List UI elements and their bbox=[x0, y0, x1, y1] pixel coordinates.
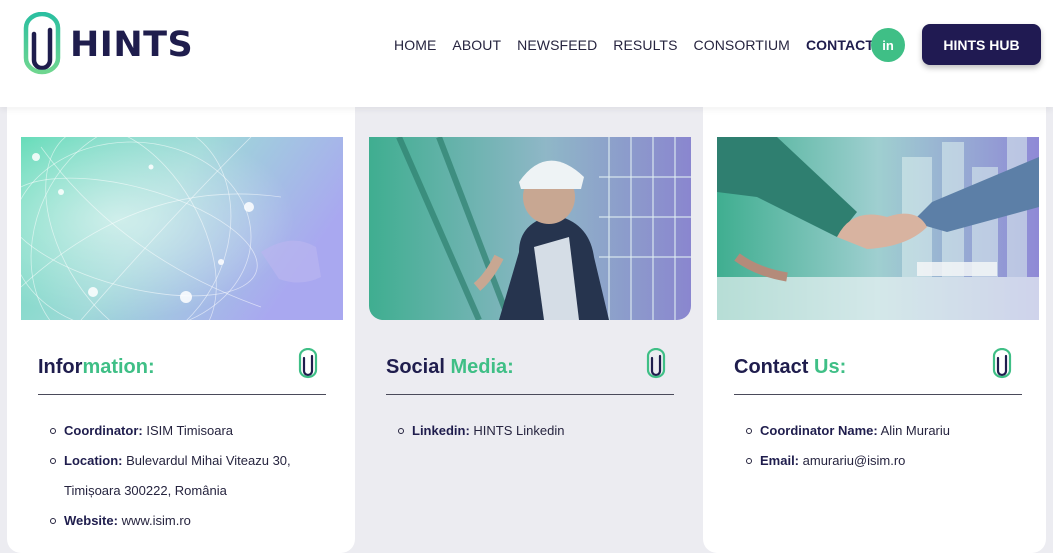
nav-about[interactable]: ABOUT bbox=[452, 37, 501, 53]
paperclip-icon bbox=[992, 348, 1012, 379]
worker-image bbox=[369, 137, 691, 320]
nav-contact[interactable]: CONTACT bbox=[806, 37, 874, 53]
contact-us-title: Contact Us: bbox=[734, 356, 847, 378]
site-header: HINTS HOME ABOUT NEWSFEED RESULTS CONSOR… bbox=[0, 0, 1053, 107]
information-card: Information: Coordinator: ISIM Timisoara… bbox=[7, 107, 355, 553]
linkedin-link[interactable]: HINTS Linkedin bbox=[473, 423, 564, 438]
network-globe-image bbox=[21, 137, 343, 320]
hints-hub-button[interactable]: HINTS HUB bbox=[922, 24, 1041, 65]
paperclip-icon bbox=[298, 348, 318, 379]
list-item: Email: amurariu@isim.ro bbox=[746, 446, 1016, 476]
title-divider bbox=[734, 394, 1022, 395]
email-link[interactable]: amurariu@isim.ro bbox=[803, 453, 906, 468]
list-item: Coordinator Name: Alin Murariu bbox=[746, 416, 1016, 446]
title-divider bbox=[386, 394, 674, 395]
list-item: Linkedin: HINTS Linkedin bbox=[398, 416, 668, 446]
website-link[interactable]: www.isim.ro bbox=[122, 513, 191, 528]
nav-consortium[interactable]: CONSORTIUM bbox=[694, 37, 790, 53]
social-media-list: Linkedin: HINTS Linkedin bbox=[398, 416, 668, 446]
contact-list: Coordinator Name: Alin Murariu Email: am… bbox=[746, 416, 1016, 476]
list-item: Location: Bulevardul Mihai Viteazu 30, T… bbox=[50, 446, 320, 506]
handshake-image bbox=[717, 137, 1039, 320]
social-media-card: Social Media: Linkedin: HINTS Linkedin bbox=[355, 107, 703, 553]
list-item: Website: www.isim.ro bbox=[50, 506, 320, 536]
nav-results[interactable]: RESULTS bbox=[613, 37, 677, 53]
nav-home[interactable]: HOME bbox=[394, 37, 436, 53]
information-list: Coordinator: ISIM Timisoara Location: Bu… bbox=[50, 416, 320, 536]
paperclip-icon bbox=[646, 348, 666, 379]
information-title: Information: bbox=[38, 356, 155, 378]
main-nav: HOME ABOUT NEWSFEED RESULTS CONSORTIUM C… bbox=[394, 35, 890, 55]
contact-us-card: Contact Us: Coordinator Name: Alin Murar… bbox=[703, 107, 1046, 553]
hints-clip-logo-icon bbox=[23, 12, 61, 75]
nav-newsfeed[interactable]: NEWSFEED bbox=[517, 37, 597, 53]
list-item: Coordinator: ISIM Timisoara bbox=[50, 416, 320, 446]
title-divider bbox=[38, 394, 326, 395]
social-media-title: Social Media: bbox=[386, 356, 514, 378]
linkedin-icon[interactable]: in bbox=[871, 28, 905, 62]
hints-logo[interactable]: HINTS bbox=[22, 10, 202, 80]
logo-text: HINTS bbox=[70, 25, 194, 65]
